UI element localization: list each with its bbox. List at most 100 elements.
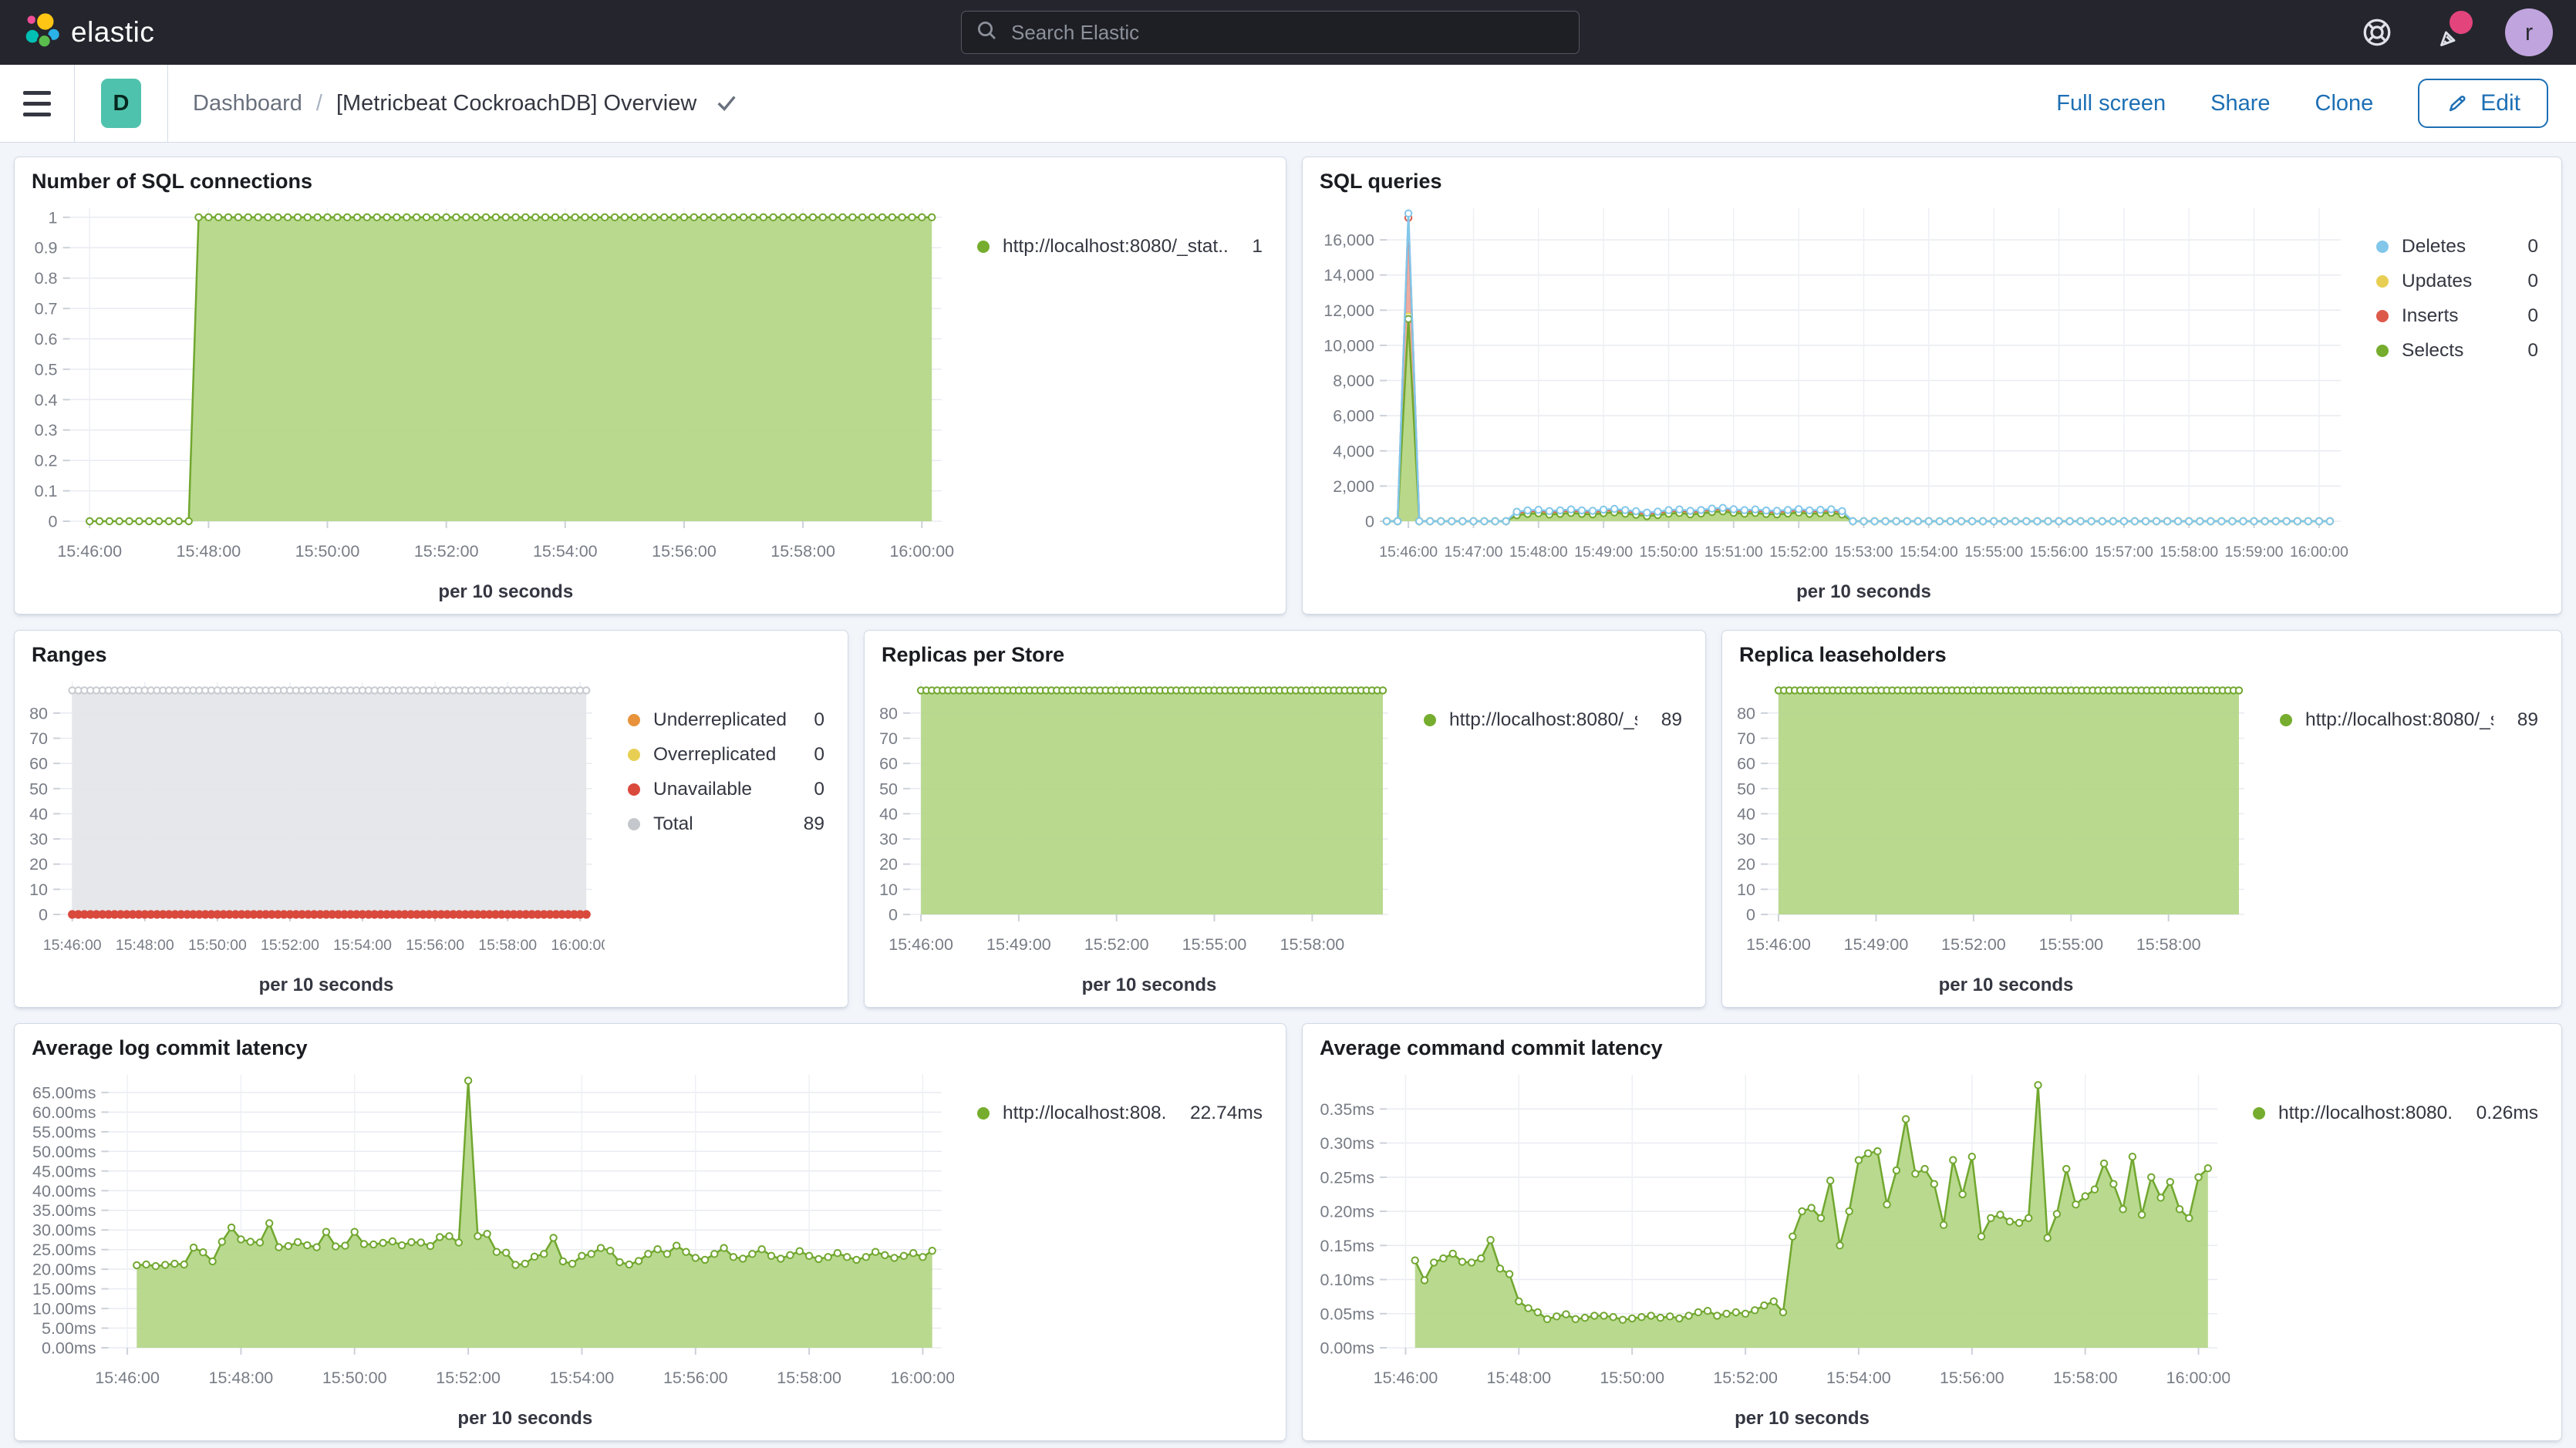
legend-color-dot	[2376, 345, 2389, 357]
panel-title: Average command commit latency	[1320, 1036, 1663, 1060]
divider	[167, 65, 168, 142]
chart-legend: http://localhost:8080... 0.26ms	[2253, 1103, 2538, 1124]
svg-text:0.4: 0.4	[35, 391, 58, 409]
svg-text:20: 20	[29, 855, 48, 874]
panel-sql-queries: SQL queries 02,0004,0006,0008,00010,0001…	[1302, 157, 2562, 615]
chart-svg: 02,0004,0006,0008,00010,00012,00014,0001…	[1309, 197, 2353, 606]
legend-item[interactable]: Total89	[628, 813, 824, 835]
legend-item[interactable]: Underreplicated0	[628, 709, 824, 731]
svg-text:15:59:00: 15:59:00	[2225, 544, 2284, 561]
svg-text:15:56:00: 15:56:00	[406, 937, 464, 954]
full-screen-button[interactable]: Full screen	[2056, 91, 2166, 116]
chart-svg: 0102030405060708015:46:0015:49:0015:52:0…	[871, 671, 1401, 999]
svg-text:14,000: 14,000	[1323, 266, 1374, 285]
svg-text:0.15ms: 0.15ms	[1320, 1237, 1374, 1255]
breadcrumb: Dashboard / [Metricbeat CockroachDB] Ove…	[193, 91, 738, 116]
chart-replicas-per-store[interactable]: 0102030405060708015:46:0015:49:0015:52:0…	[871, 671, 1401, 999]
svg-text:15:48:00: 15:48:00	[177, 542, 241, 561]
share-button[interactable]: Share	[2210, 91, 2270, 116]
svg-text:0: 0	[1746, 906, 1755, 924]
panel-average-log-commit-latency: Average log commit latency 0.00ms5.00ms1…	[14, 1023, 1286, 1441]
legend-color-dot	[628, 783, 640, 796]
svg-text:15:47:00: 15:47:00	[1445, 544, 1503, 561]
chart-svg: 0102030405060708015:46:0015:48:0015:50:0…	[21, 671, 605, 999]
svg-text:16:00:00: 16:00:00	[891, 1369, 954, 1387]
svg-text:60: 60	[1737, 755, 1755, 773]
chart-average-log-commit-latency[interactable]: 0.00ms5.00ms10.00ms15.00ms20.00ms25.00ms…	[21, 1064, 954, 1433]
legend-color-dot	[1424, 714, 1436, 726]
legend-color-dot	[2253, 1107, 2265, 1120]
svg-text:15:46:00: 15:46:00	[1379, 544, 1438, 561]
legend-value: 0	[2517, 340, 2538, 362]
breadcrumb-dashboard-link[interactable]: Dashboard	[193, 91, 302, 116]
notification-badge	[2450, 11, 2473, 34]
svg-text:30: 30	[29, 830, 48, 849]
chart-average-command-commit-latency[interactable]: 0.00ms0.05ms0.10ms0.15ms0.20ms0.25ms0.30…	[1309, 1064, 2230, 1433]
avatar-initial: r	[2525, 19, 2533, 46]
chart-ranges[interactable]: 0102030405060708015:46:0015:48:0015:50:0…	[21, 671, 605, 999]
svg-text:16:00:00: 16:00:00	[2290, 544, 2348, 561]
legend-item[interactable]: http://localhost:808...22.74ms	[977, 1103, 1263, 1124]
dashboard-list-chevron-icon[interactable]	[715, 92, 738, 115]
legend-item[interactable]: http://localhost:8080/_sta...89	[1424, 709, 1682, 731]
clone-button[interactable]: Clone	[2315, 91, 2374, 116]
svg-text:15:54:00: 15:54:00	[550, 1369, 615, 1387]
svg-text:per 10 seconds: per 10 seconds	[438, 581, 573, 602]
svg-text:15:58:00: 15:58:00	[770, 542, 835, 561]
chart-svg: 0.00ms0.05ms0.10ms0.15ms0.20ms0.25ms0.30…	[1309, 1064, 2230, 1433]
legend-item[interactable]: Updates0	[2376, 271, 2538, 292]
svg-text:per 10 seconds: per 10 seconds	[1796, 581, 1931, 602]
svg-text:15:53:00: 15:53:00	[1835, 544, 1893, 561]
legend-item[interactable]: Deletes0	[2376, 236, 2538, 258]
legend-color-dot	[628, 714, 640, 726]
svg-text:16:00:00: 16:00:00	[551, 937, 605, 954]
search-input[interactable]	[1010, 20, 1565, 45]
edit-button[interactable]: Edit	[2418, 79, 2548, 128]
svg-text:30: 30	[1737, 830, 1755, 849]
svg-text:15:49:00: 15:49:00	[1574, 544, 1633, 561]
svg-text:80: 80	[1737, 704, 1755, 722]
svg-text:15:46:00: 15:46:00	[1746, 935, 1811, 954]
chart-replica-leaseholders[interactable]: 0102030405060708015:46:0015:49:0015:52:0…	[1728, 671, 2257, 999]
svg-text:15:52:00: 15:52:00	[436, 1369, 501, 1387]
svg-text:0: 0	[888, 906, 898, 924]
badge-letter: D	[113, 91, 130, 116]
legend-item[interactable]: Unavailable0	[628, 779, 824, 800]
help-icon[interactable]	[2360, 15, 2394, 49]
legend-item[interactable]: Overreplicated0	[628, 744, 824, 766]
search-icon	[976, 19, 999, 46]
menu-icon[interactable]	[0, 91, 74, 116]
svg-text:0.25ms: 0.25ms	[1320, 1168, 1374, 1187]
chart-legend: http://localhost:8080/_sta...89	[2280, 709, 2538, 731]
legend-label: http://localhost:8080/_sta...	[2305, 709, 2493, 731]
legend-value: 0	[803, 709, 824, 731]
svg-text:15:52:00: 15:52:00	[1713, 1369, 1778, 1387]
chart-sql-queries[interactable]: 02,0004,0006,0008,00010,00012,00014,0001…	[1309, 197, 2353, 606]
legend-color-dot	[2376, 310, 2389, 322]
legend-item[interactable]: Selects0	[2376, 340, 2538, 362]
legend-item[interactable]: Inserts0	[2376, 305, 2538, 327]
elastic-logo[interactable]: elastic	[23, 12, 154, 53]
svg-text:0.9: 0.9	[35, 239, 58, 258]
legend-label: Unavailable	[653, 779, 752, 800]
svg-text:0.2: 0.2	[35, 452, 58, 470]
svg-text:0.6: 0.6	[35, 330, 58, 349]
svg-text:15:52:00: 15:52:00	[1941, 935, 2006, 954]
news-feed-icon[interactable]	[2433, 15, 2466, 49]
svg-text:16:00:00: 16:00:00	[889, 542, 954, 561]
svg-text:70: 70	[1737, 729, 1755, 748]
svg-text:15:58:00: 15:58:00	[2136, 935, 2201, 954]
svg-text:40: 40	[1737, 805, 1755, 823]
legend-value: 0.26ms	[2466, 1103, 2538, 1124]
legend-item[interactable]: http://localhost:8080/_stat...1	[977, 236, 1263, 258]
divider	[74, 65, 75, 142]
legend-color-dot	[2376, 275, 2389, 288]
chart-number-of-sql-connections[interactable]: 00.10.20.30.40.50.60.70.80.9115:46:0015:…	[21, 197, 954, 606]
svg-text:35.00ms: 35.00ms	[32, 1201, 96, 1220]
legend-item[interactable]: http://localhost:8080/_sta...89	[2280, 709, 2538, 731]
legend-item[interactable]: http://localhost:8080... 0.26ms	[2253, 1103, 2538, 1124]
legend-label: http://localhost:8080...	[2278, 1103, 2453, 1124]
svg-text:0.7: 0.7	[35, 300, 58, 318]
global-search[interactable]	[961, 11, 1580, 54]
user-avatar[interactable]: r	[2505, 8, 2553, 56]
